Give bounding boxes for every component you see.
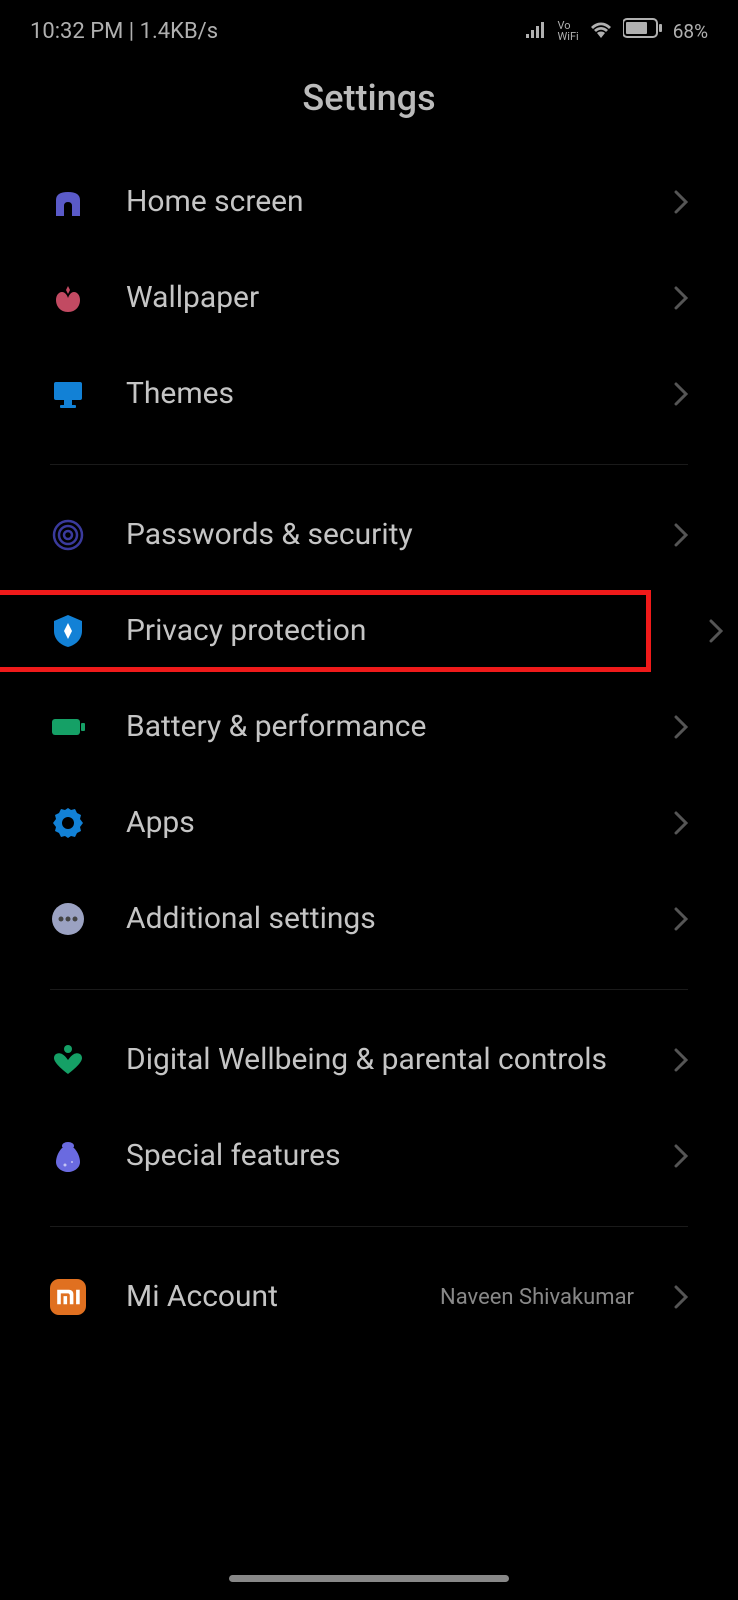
settings-item-apps[interactable]: Apps xyxy=(0,775,738,871)
settings-item-privacy-protection[interactable]: Privacy protection xyxy=(0,583,658,679)
item-value: Naveen Shivakumar xyxy=(440,1285,634,1310)
fingerprint-icon xyxy=(50,517,86,553)
battery-percent: 68% xyxy=(673,20,708,43)
chevron-right-icon xyxy=(674,523,688,547)
home-indicator[interactable] xyxy=(229,1575,509,1582)
settings-item-wallpaper[interactable]: Wallpaper xyxy=(0,250,738,346)
chevron-right-icon xyxy=(674,286,688,310)
settings-item-special-features[interactable]: Special features xyxy=(0,1108,738,1204)
more-icon xyxy=(50,901,86,937)
settings-group: Mi Account Naveen Shivakumar xyxy=(0,1249,738,1345)
chevron-right-icon xyxy=(674,190,688,214)
home-icon xyxy=(50,184,86,220)
chevron-right-icon xyxy=(674,1144,688,1168)
shield-icon xyxy=(50,613,86,649)
wallpaper-icon xyxy=(50,280,86,316)
vowifi-icon: VoWiFi xyxy=(558,20,579,42)
signal-icon xyxy=(526,19,548,44)
page-title: Settings xyxy=(0,52,738,154)
item-label: Privacy protection xyxy=(126,613,608,649)
item-label: Additional settings xyxy=(126,901,634,937)
chevron-right-icon xyxy=(674,907,688,931)
settings-item-themes[interactable]: Themes xyxy=(0,346,738,442)
battery-icon xyxy=(50,709,86,745)
settings-item-passwords-security[interactable]: Passwords & security xyxy=(0,487,738,583)
item-label: Apps xyxy=(126,805,634,841)
mi-icon xyxy=(50,1279,86,1315)
settings-group: Digital Wellbeing & parental controls Sp… xyxy=(0,1012,738,1204)
gear-icon xyxy=(50,805,86,841)
settings-group: Home screen Wallpaper Themes xyxy=(0,154,738,442)
status-right: VoWiFi 68% xyxy=(526,18,708,44)
item-label: Special features xyxy=(126,1138,634,1174)
item-label: Battery & performance xyxy=(126,709,634,745)
item-label: Digital Wellbeing & parental controls xyxy=(126,1042,634,1078)
flask-icon xyxy=(50,1138,86,1174)
chevron-right-icon xyxy=(709,619,723,643)
item-label: Mi Account xyxy=(126,1279,400,1315)
chevron-right-icon xyxy=(674,715,688,739)
heart-icon xyxy=(50,1042,86,1078)
divider xyxy=(50,989,688,990)
status-netspeed: 1.4KB/s xyxy=(140,19,218,44)
settings-item-battery-performance[interactable]: Battery & performance xyxy=(0,679,738,775)
settings-item-additional-settings[interactable]: Additional settings xyxy=(0,871,738,967)
battery-icon xyxy=(623,18,663,44)
settings-group: Passwords & security Privacy protection … xyxy=(0,487,738,967)
chevron-right-icon xyxy=(674,811,688,835)
divider xyxy=(50,1226,688,1227)
item-label: Wallpaper xyxy=(126,280,634,316)
item-label: Themes xyxy=(126,376,634,412)
settings-item-mi-account[interactable]: Mi Account Naveen Shivakumar xyxy=(0,1249,738,1345)
status-bar: 10:32 PM | 1.4KB/s VoWiFi 68% xyxy=(0,0,738,52)
item-label: Passwords & security xyxy=(126,517,634,553)
divider xyxy=(50,464,688,465)
status-time: 10:32 PM xyxy=(30,19,123,44)
chevron-right-icon xyxy=(674,1048,688,1072)
settings-item-home-screen[interactable]: Home screen xyxy=(0,154,738,250)
status-left: 10:32 PM | 1.4KB/s xyxy=(30,19,218,44)
themes-icon xyxy=(50,376,86,412)
item-label: Home screen xyxy=(126,184,634,220)
chevron-right-icon xyxy=(674,1285,688,1309)
wifi-icon xyxy=(589,19,613,44)
chevron-right-icon xyxy=(674,382,688,406)
settings-list[interactable]: Home screen Wallpaper Themes Passwords &… xyxy=(0,154,738,1345)
settings-item-digital-wellbeing[interactable]: Digital Wellbeing & parental controls xyxy=(0,1012,738,1108)
